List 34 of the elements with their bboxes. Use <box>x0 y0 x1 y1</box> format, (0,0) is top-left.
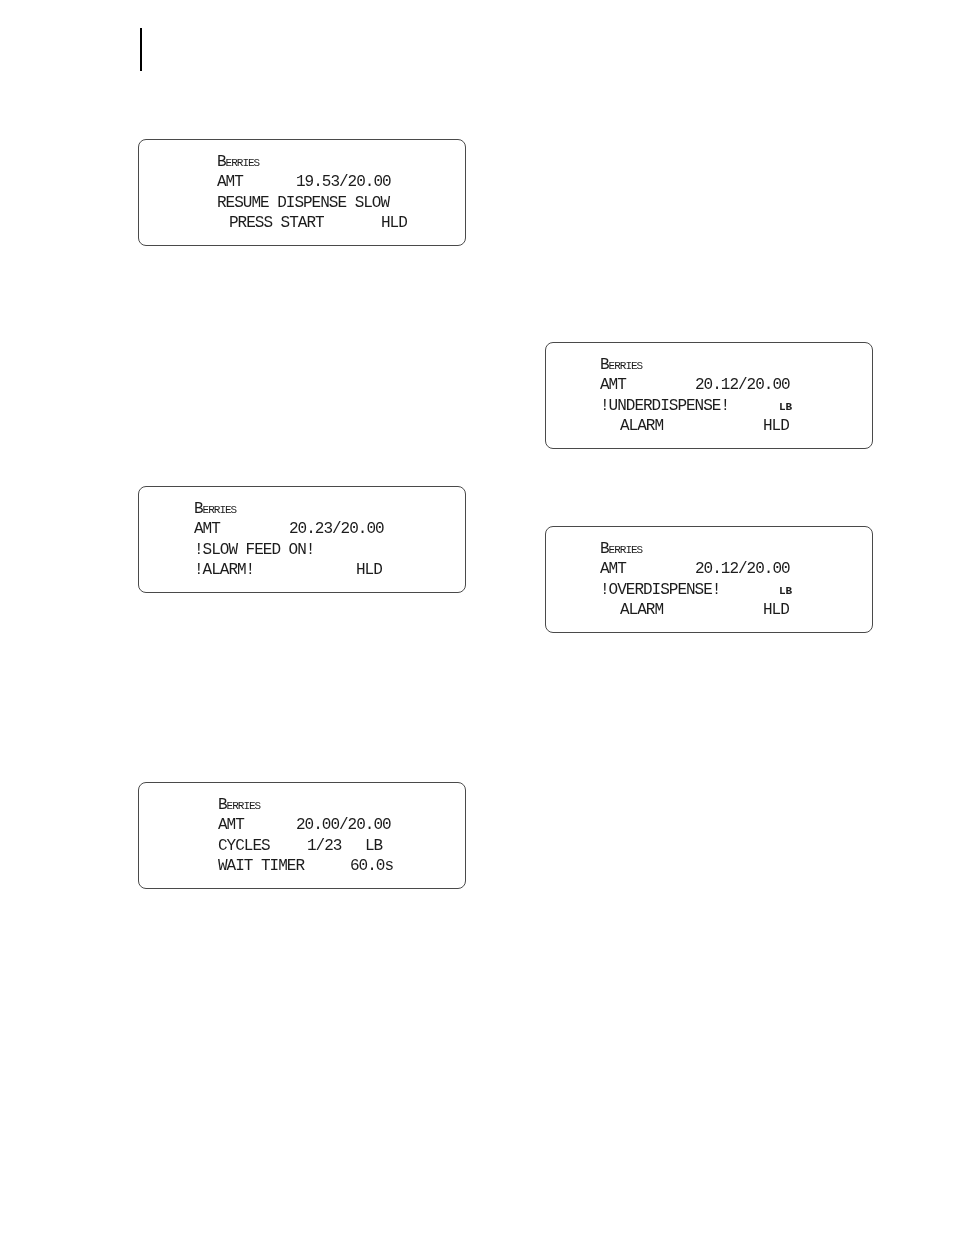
display-text: ALARM <box>620 415 663 437</box>
unit-text: LB <box>779 401 793 414</box>
display-text: CYCLES <box>218 835 270 856</box>
display-text: 19.53/20.00 <box>296 172 391 193</box>
display-text: 20.12/20.00 <box>695 375 790 396</box>
display-text: HLD <box>763 599 789 621</box>
display-text: HLD <box>381 212 407 234</box>
display-text: !SLOW FEED ON! <box>194 539 315 560</box>
display-text: PRESS START <box>229 212 324 234</box>
display-text: HLD <box>356 559 382 581</box>
display-text: !OVERDISPENSE! <box>600 579 721 600</box>
display-text: 20.12/20.00 <box>695 559 790 580</box>
product-name: Berries <box>194 499 237 520</box>
display-text: HLD <box>763 415 789 437</box>
display-text: WAIT TIMER <box>218 855 304 877</box>
product-name: Berries <box>600 355 643 376</box>
display-text: ALARM <box>620 599 663 621</box>
display-text: 20.00/20.00 <box>296 815 391 836</box>
display-text: AMT <box>194 519 220 540</box>
display-text: AMT <box>218 815 244 836</box>
display-text: AMT <box>600 559 626 580</box>
product-name: Berries <box>600 539 643 560</box>
display-text: 20.23/20.00 <box>289 519 384 540</box>
product-name: Berries <box>217 152 260 173</box>
display-text: AMT <box>217 172 243 193</box>
display-text: 60.0s <box>350 855 393 877</box>
display-text: 1/23 <box>307 835 342 856</box>
display-text: RESUME DISPENSE SLOW <box>217 192 390 213</box>
unit-text: LB <box>779 585 793 598</box>
display-text: !UNDERDISPENSE! <box>600 395 730 416</box>
product-name: Berries <box>218 795 261 816</box>
display-text: !ALARM! <box>194 559 255 581</box>
display-text: AMT <box>600 375 626 396</box>
display-text: LB <box>365 835 383 856</box>
